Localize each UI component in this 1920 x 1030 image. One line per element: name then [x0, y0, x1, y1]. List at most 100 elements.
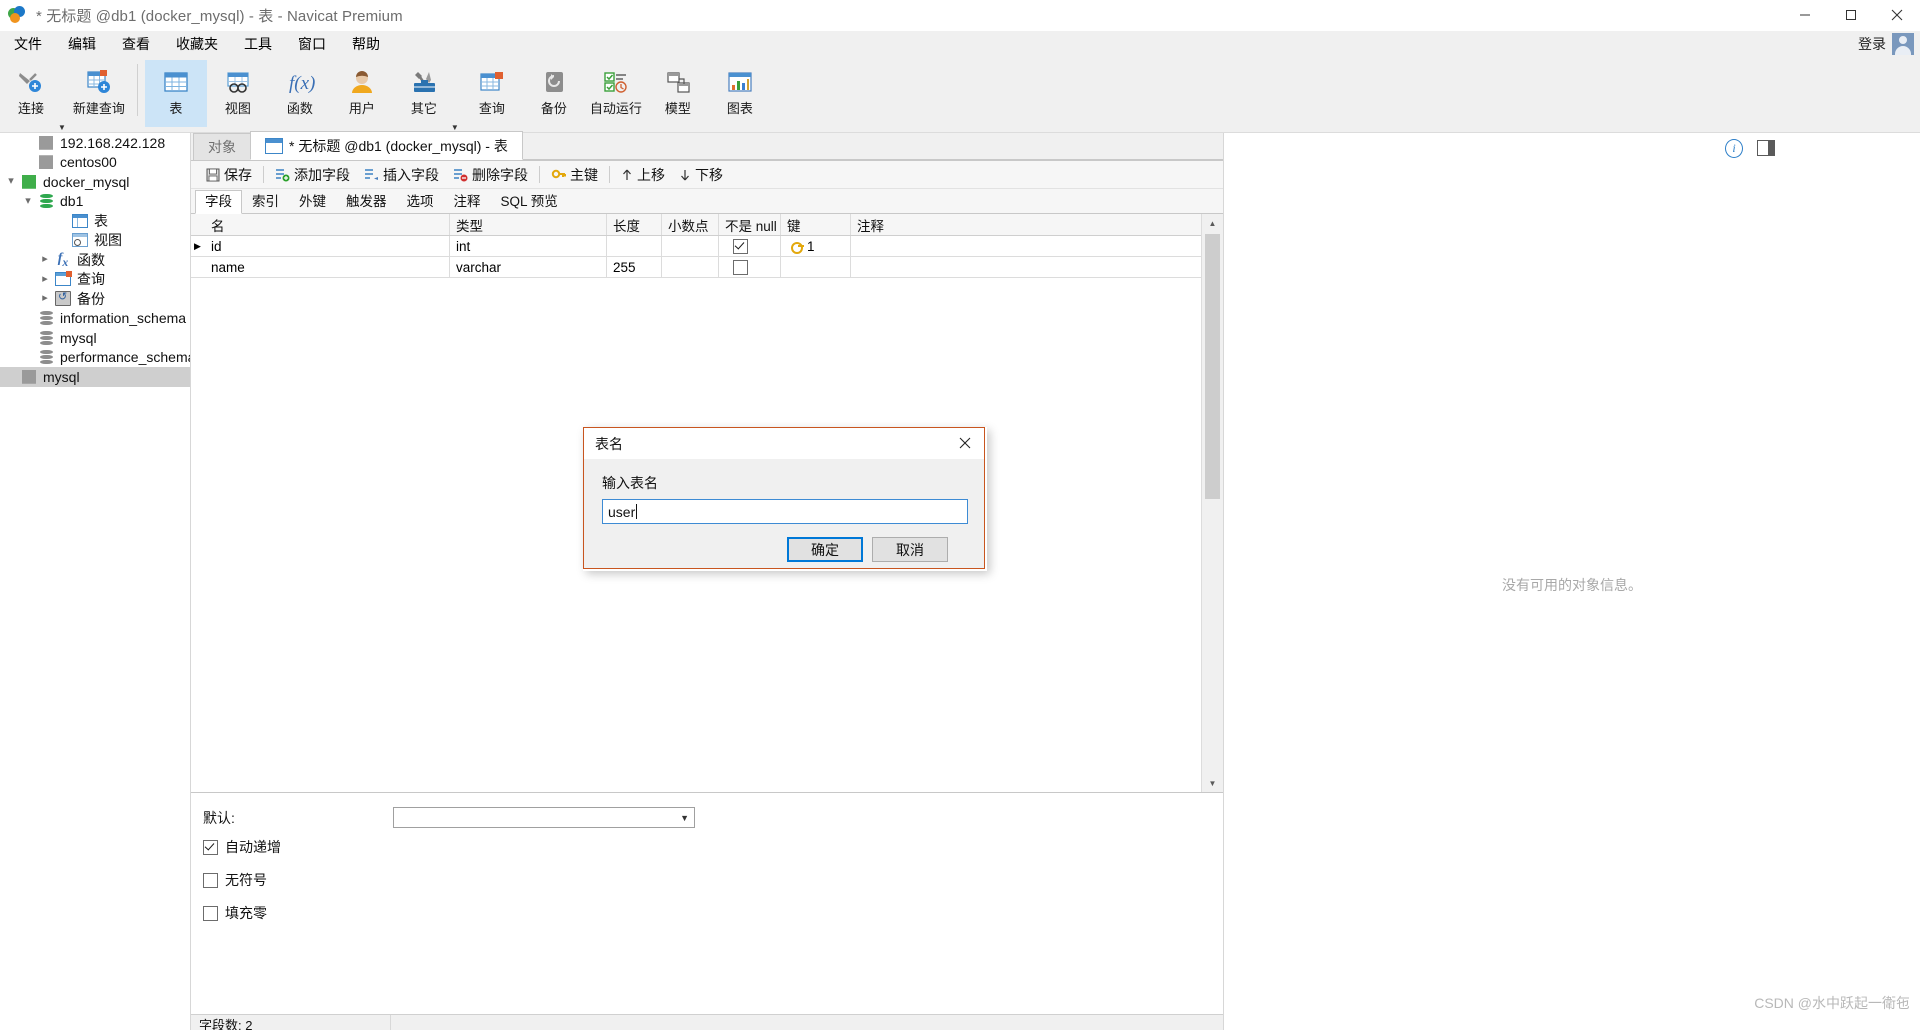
object-tree-sidebar[interactable]: 192.168.242.128 centos00 ▾ docker_mysql ▾ db1…	[0, 133, 191, 1030]
cell-len[interactable]	[607, 236, 662, 256]
menu-window[interactable]: 窗口	[286, 32, 338, 56]
tree-twisty-collapsed[interactable]: ▸	[36, 273, 54, 285]
unsigned-checkbox-box[interactable]	[203, 872, 218, 888]
cell-type[interactable]: int	[450, 236, 607, 256]
cell-dec[interactable]	[662, 236, 719, 256]
subtab-字段[interactable]: 字段	[195, 190, 242, 214]
toolbar-user[interactable]: 用户	[331, 60, 393, 117]
toolbar-query[interactable]: 查询	[461, 60, 523, 117]
close-button[interactable]	[1874, 0, 1920, 30]
grid-header-5[interactable]: 键	[781, 214, 851, 235]
grid-vertical-scrollbar[interactable]: ▲ ▼	[1201, 214, 1223, 792]
info-icon[interactable]: i	[1725, 138, 1743, 158]
tree-item-mysql[interactable]: mysql	[0, 328, 190, 348]
toolbar-view[interactable]: 视图	[207, 60, 269, 117]
subtab-索引[interactable]: 索引	[242, 190, 289, 213]
cell-cmt[interactable]	[851, 257, 1151, 277]
auto-increment-checkbox-box[interactable]	[203, 839, 218, 855]
table-name-input[interactable]: user	[602, 499, 968, 524]
menu-favorites[interactable]: 收藏夹	[164, 32, 230, 56]
subtab-SQL-预览[interactable]: SQL 预览	[491, 190, 568, 213]
tree-item-information_schema[interactable]: information_schema	[0, 309, 190, 329]
fields-grid[interactable]: 名类型 长度 小数点 不是 null 键注释 ▶ id int 1 name varchar 255	[191, 214, 1201, 278]
scroll-up-arrow-icon[interactable]: ▲	[1202, 214, 1223, 232]
cell-len[interactable]: 255	[607, 257, 662, 277]
menu-help[interactable]: 帮助	[340, 32, 392, 56]
subtab-选项[interactable]: 选项	[397, 190, 444, 213]
cell-key[interactable]	[781, 257, 851, 277]
menu-file[interactable]: 文件	[2, 32, 54, 56]
subtab-注释[interactable]: 注释	[444, 190, 491, 213]
grid-header-1[interactable]: 类型	[450, 214, 607, 235]
tab-objects[interactable]: 对象	[193, 133, 251, 160]
tree-item-mysql[interactable]: mysql	[0, 367, 190, 387]
unsigned-checkbox[interactable]: 无符号	[203, 870, 1223, 890]
avatar[interactable]	[1892, 33, 1914, 55]
minimize-button[interactable]	[1782, 0, 1828, 30]
toolbar-other[interactable]: 其它	[393, 60, 455, 117]
toolbar-backup[interactable]: 备份	[523, 60, 585, 117]
tree-twisty-expanded[interactable]: ▾	[19, 195, 37, 207]
tree-twisty-expanded[interactable]: ▾	[2, 176, 20, 187]
dialog-close-icon[interactable]	[948, 428, 982, 458]
tree-item-performance_schema[interactable]: performance_schema	[0, 348, 190, 368]
grid-header-0[interactable]: 名	[205, 214, 450, 235]
menu-view[interactable]: 查看	[110, 32, 162, 56]
toolbar-model[interactable]: 模型	[647, 60, 709, 117]
toggle-panel-icon[interactable]	[1757, 139, 1775, 157]
subtab-外键[interactable]: 外键	[289, 190, 336, 213]
connection-dropdown-caret-icon[interactable]: ▼	[58, 123, 66, 132]
cell-type[interactable]: varchar	[450, 257, 607, 277]
menu-tools[interactable]: 工具	[232, 32, 284, 56]
scroll-down-arrow-icon[interactable]: ▼	[1202, 774, 1223, 792]
toolbar-automation[interactable]: 自动运行	[585, 60, 647, 117]
tree-item-备份[interactable]: ▸ 备份	[0, 289, 190, 309]
move-up-button[interactable]: 上移	[614, 164, 672, 186]
tree-item-视图[interactable]: 视图	[0, 231, 190, 251]
zerofill-checkbox[interactable]: 填充零	[203, 903, 1223, 923]
insert-field-button[interactable]: 插入字段	[357, 164, 446, 186]
move-down-button[interactable]: 下移	[672, 164, 730, 186]
not-null-checkbox[interactable]	[733, 259, 748, 275]
menu-edit[interactable]: 编辑	[56, 32, 108, 56]
zerofill-checkbox-box[interactable]	[203, 905, 218, 921]
login-area[interactable]: 登录	[1858, 31, 1914, 57]
tree-item-centos00[interactable]: centos00	[0, 153, 190, 173]
maximize-button[interactable]	[1828, 0, 1874, 30]
tree-item-表[interactable]: 表	[0, 211, 190, 231]
cell-name[interactable]: name	[205, 257, 450, 277]
tree-item-192-168-242-128[interactable]: 192.168.242.128	[0, 133, 190, 153]
table-row[interactable]: ▶ id int 1	[191, 236, 1201, 257]
cell-cmt[interactable]	[851, 236, 1151, 256]
cell-not-null[interactable]	[719, 257, 781, 277]
subtab-触发器[interactable]: 触发器	[336, 190, 397, 213]
tab-untitled-table[interactable]: * 无标题 @db1 (docker_mysql) - 表	[250, 131, 523, 160]
tree-item-函数[interactable]: ▸ fx 函数	[0, 250, 190, 270]
cell-not-null[interactable]	[719, 236, 781, 256]
toolbar-connection[interactable]: 连接	[0, 60, 62, 117]
cell-name[interactable]: id	[205, 236, 450, 256]
not-null-checkbox[interactable]	[733, 238, 748, 254]
add-field-button[interactable]: 添加字段	[268, 164, 357, 186]
table-row[interactable]: name varchar 255	[191, 257, 1201, 278]
cell-key[interactable]: 1	[781, 236, 851, 256]
tree-twisty-collapsed[interactable]: ▸	[36, 293, 54, 304]
tree-twisty-collapsed[interactable]: ▸	[36, 254, 54, 265]
tree-item-docker_mysql[interactable]: ▾ docker_mysql	[0, 172, 190, 192]
cell-dec[interactable]	[662, 257, 719, 277]
toolbar-chart[interactable]: 图表	[709, 60, 771, 117]
dialog-ok-button[interactable]: 确定	[787, 537, 863, 562]
grid-header-6[interactable]: 注释	[851, 214, 1151, 235]
toolbar-table[interactable]: 表	[144, 60, 207, 127]
grid-header-2[interactable]: 长度	[607, 214, 662, 235]
dialog-cancel-button[interactable]: 取消	[872, 537, 948, 562]
auto-increment-checkbox[interactable]: 自动递增	[203, 837, 1223, 857]
primary-key-button[interactable]: 主键	[544, 164, 605, 186]
scroll-thumb[interactable]	[1205, 234, 1220, 499]
grid-header-4[interactable]: 不是 null	[719, 214, 781, 235]
grid-header-3[interactable]: 小数点	[662, 214, 719, 235]
default-value-select[interactable]: ▼	[393, 807, 695, 828]
toolbar-function[interactable]: f(x) 函数	[269, 60, 331, 117]
delete-field-button[interactable]: 删除字段	[446, 164, 535, 186]
tree-item-查询[interactable]: ▸ 查询	[0, 270, 190, 290]
